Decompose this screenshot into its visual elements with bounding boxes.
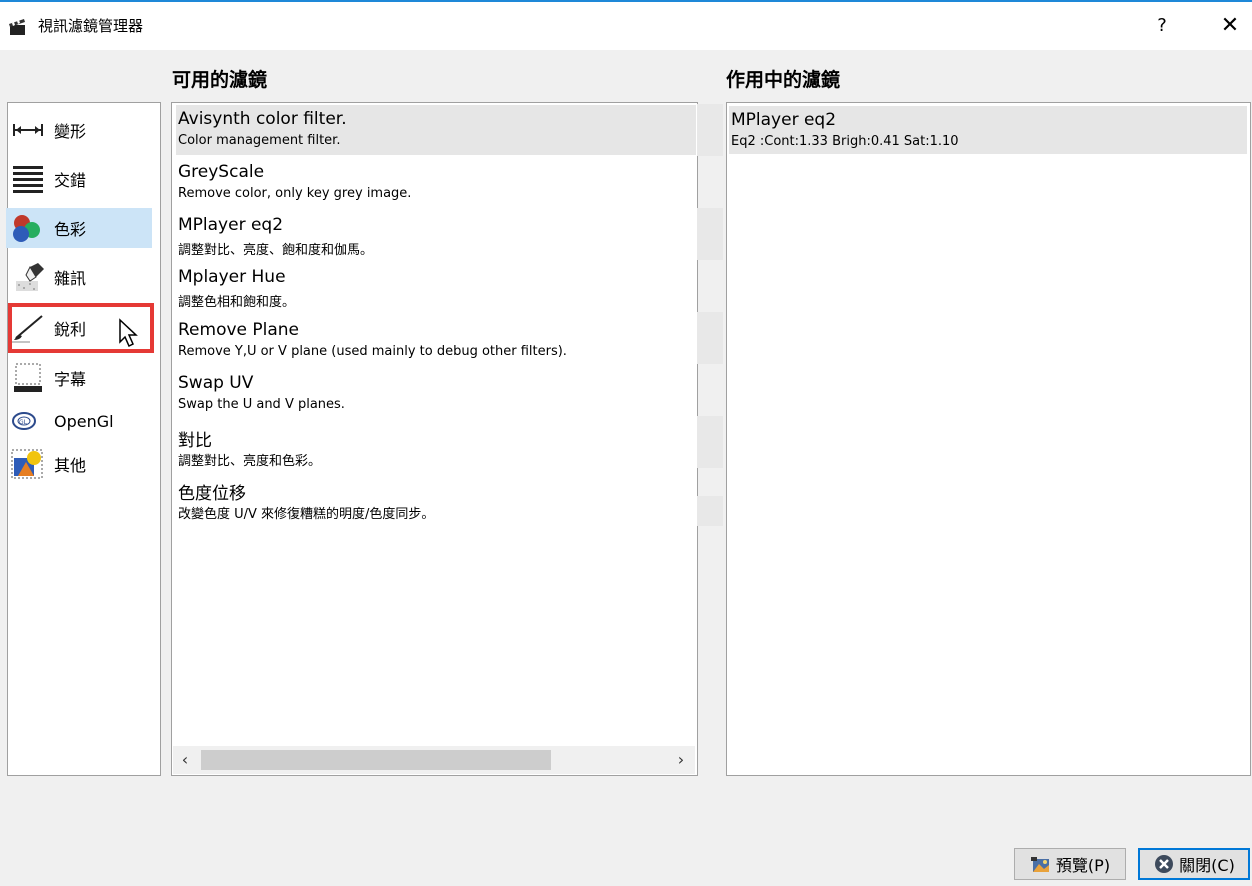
window-title: 視訊濾鏡管理器 [38,17,144,35]
filter-desc: 調整對比、亮度、飽和度和伽馬。 [178,243,374,258]
close-button[interactable]: 關閉(C) [1138,848,1250,880]
transform-arrows-icon [13,124,43,136]
filter-desc: Color management filter. [178,133,341,148]
filter-name: Avisynth color filter. [178,109,347,129]
preview-image-icon [1030,857,1049,872]
filter-name: Swap UV [178,373,254,393]
category-label: 交錯 [54,171,87,190]
filter-item-swap-uv[interactable]: Swap UV Swap the U and V planes. [176,369,696,419]
subtitle-icon [14,363,42,392]
filter-name: Remove Plane [178,320,300,340]
category-item-interlace[interactable]: 交錯 [6,159,152,199]
filter-item-remove-plane[interactable]: Remove Plane Remove Y,U or V plane (used… [176,316,696,366]
category-label: 其他 [54,456,87,475]
filter-item-chroma-shift[interactable]: 色度位移 改變色度 U/V 來修復糟糕的明度/色度同步。 [176,475,696,525]
list-stripe [697,312,723,364]
category-label: 色彩 [54,220,87,239]
category-item-transform[interactable]: 變形 [6,110,152,150]
window-close-button[interactable]: ✕ [1214,12,1246,40]
filter-item-mplayer-eq2[interactable]: MPlayer eq2 調整對比、亮度、飽和度和伽馬。 [176,211,696,261]
scroll-thumb[interactable] [201,750,551,770]
filter-name: GreyScale [178,162,265,182]
filter-desc: Swap the U and V planes. [178,397,345,412]
category-label: 雜訊 [54,269,87,288]
filter-name: MPlayer eq2 [178,215,284,235]
noise-eraser-icon [16,263,44,291]
mouse-cursor-icon [119,318,138,348]
filter-item-mplayer-hue[interactable]: Mplayer Hue 調整色相和飽和度。 [176,263,696,313]
category-item-opengl[interactable]: GL OpenGl [6,401,152,441]
list-stripe [697,496,723,526]
filter-item-avisynth[interactable]: Avisynth color filter. Color management … [176,105,696,155]
clapperboard-icon [9,19,25,35]
filter-item-greyscale[interactable]: GreyScale Remove color, only key grey im… [176,158,696,208]
active-filter-desc: Eq2 :Cont:1.33 Brigh:0.41 Sat:1.10 [731,134,959,149]
category-item-color[interactable]: 色彩 [6,208,152,248]
svg-text:GL: GL [19,419,28,426]
filter-desc: Remove color, only key grey image. [178,186,412,201]
close-circle-icon [1155,855,1174,873]
misc-shapes-icon [11,449,43,479]
color-balls-icon [13,215,40,242]
list-stripe [697,104,723,156]
active-filters-label: 作用中的濾鏡 [726,69,841,91]
filter-name: 色度位移 [178,484,246,504]
preview-button[interactable]: 預覽(P) [1014,848,1126,880]
category-item-noise[interactable]: 雜訊 [6,257,152,297]
active-filters-list[interactable] [726,102,1251,776]
close-button-label: 關閉(C) [1179,856,1235,875]
filter-name: 對比 [178,431,212,451]
scroll-right-button[interactable]: › [671,748,691,772]
help-button[interactable]: ? [1150,12,1174,40]
filter-manager-window: 視訊濾鏡管理器 ? ✕ 可用的濾鏡 作用中的濾鏡 變形 交錯 色彩 雜訊 銳利 … [0,0,1252,886]
list-stripe [697,416,723,468]
category-item-subtitle[interactable]: 字幕 [6,358,152,398]
scroll-left-button[interactable]: ‹ [175,748,195,772]
filter-item-contrast[interactable]: 對比 調整對比、亮度和色彩。 [176,422,696,472]
active-filter-item-mplayer-eq2[interactable]: MPlayer eq2 Eq2 :Cont:1.33 Brigh:0.41 Sa… [729,106,1247,154]
horizontal-scrollbar[interactable]: ‹ › [173,746,695,774]
available-filters-label: 可用的濾鏡 [172,69,268,91]
preview-button-label: 預覽(P) [1055,856,1111,875]
filter-desc: Remove Y,U or V plane (used mainly to de… [178,344,567,359]
filter-desc: 改變色度 U/V 來修復糟糕的明度/色度同步。 [178,507,435,522]
category-label: 字幕 [54,370,87,389]
category-item-misc[interactable]: 其他 [6,444,152,484]
active-filter-name: MPlayer eq2 [731,110,837,130]
filter-desc: 調整對比、亮度和色彩。 [178,454,322,469]
interlace-lines-icon [13,166,43,193]
filter-name: Mplayer Hue [178,267,286,287]
category-label: 變形 [54,122,87,141]
category-label: OpenGl [54,411,114,431]
filter-desc: 調整色相和飽和度。 [178,295,296,310]
opengl-icon: GL [12,412,36,430]
title-bar: 視訊濾鏡管理器 ? ✕ [0,2,1252,50]
list-stripe [697,208,723,260]
